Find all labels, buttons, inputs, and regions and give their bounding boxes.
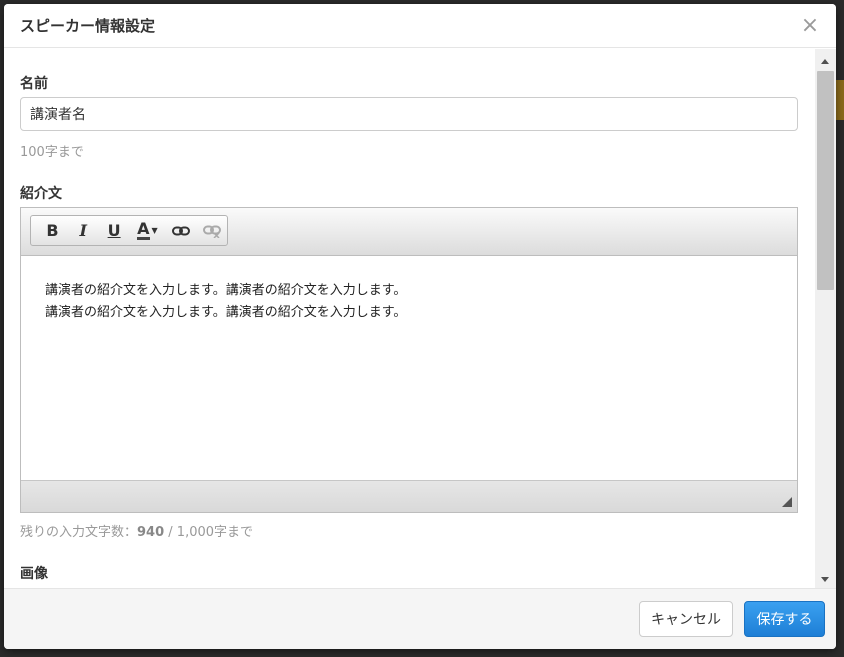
- counter-suffix: / 1,000字まで: [168, 525, 254, 540]
- vertical-scrollbar[interactable]: [815, 49, 836, 588]
- unlink-button[interactable]: [196, 216, 227, 245]
- underline-button[interactable]: U: [99, 216, 130, 245]
- chevron-down-icon: ▼: [151, 226, 158, 235]
- resize-handle-icon[interactable]: [782, 497, 792, 507]
- cancel-button[interactable]: キャンセル: [639, 601, 733, 637]
- dialog-header: スピーカー情報設定 ×: [4, 4, 836, 48]
- bold-button[interactable]: B: [37, 216, 68, 245]
- editor-content-area[interactable]: 講演者の紹介文を入力します。講演者の紹介文を入力します。 講演者の紹介文を入力し…: [21, 256, 797, 482]
- formatting-button-group: B I U A ▼: [30, 215, 228, 246]
- font-color-button[interactable]: A ▼: [130, 216, 166, 245]
- editor-statusbar: [21, 480, 797, 512]
- link-button[interactable]: [165, 216, 196, 245]
- dialog-body[interactable]: 名前 100字まで 紹介文 B I U A ▼: [4, 49, 815, 588]
- close-icon[interactable]: ×: [800, 15, 820, 37]
- scroll-up-arrow-icon[interactable]: [821, 59, 829, 64]
- counter-remaining: 940: [137, 525, 165, 540]
- rich-text-editor: B I U A ▼ 講演者の紹介文を入力します。講演者の紹介文を入力します。 講…: [20, 207, 798, 513]
- character-counter: 残りの入力文字数：940 / 1,000字まで: [20, 521, 253, 540]
- unlink-icon: [202, 225, 221, 238]
- italic-button[interactable]: I: [68, 216, 99, 245]
- scroll-thumb[interactable]: [817, 71, 834, 290]
- image-label: 画像: [20, 566, 48, 582]
- counter-prefix: 残りの入力文字数：: [20, 525, 138, 540]
- save-button[interactable]: 保存する: [744, 601, 825, 637]
- dialog-title: スピーカー情報設定: [20, 17, 156, 35]
- scroll-down-arrow-icon[interactable]: [821, 577, 829, 582]
- name-input[interactable]: [20, 97, 798, 131]
- name-help-text: 100字まで: [20, 145, 84, 160]
- name-label: 名前: [20, 76, 48, 92]
- speaker-settings-dialog: スピーカー情報設定 × 名前 100字まで 紹介文 B I U A ▼: [4, 4, 836, 649]
- editor-line: 講演者の紹介文を入力します。講演者の紹介文を入力します。: [45, 283, 407, 298]
- dialog-footer: キャンセル 保存する: [4, 588, 836, 649]
- editor-toolbar: B I U A ▼: [21, 208, 797, 256]
- editor-line: 講演者の紹介文を入力します。講演者の紹介文を入力します。: [45, 305, 407, 320]
- backdrop: [836, 80, 844, 120]
- font-color-letter: A: [137, 219, 150, 240]
- link-icon: [171, 226, 190, 235]
- intro-label: 紹介文: [20, 186, 62, 202]
